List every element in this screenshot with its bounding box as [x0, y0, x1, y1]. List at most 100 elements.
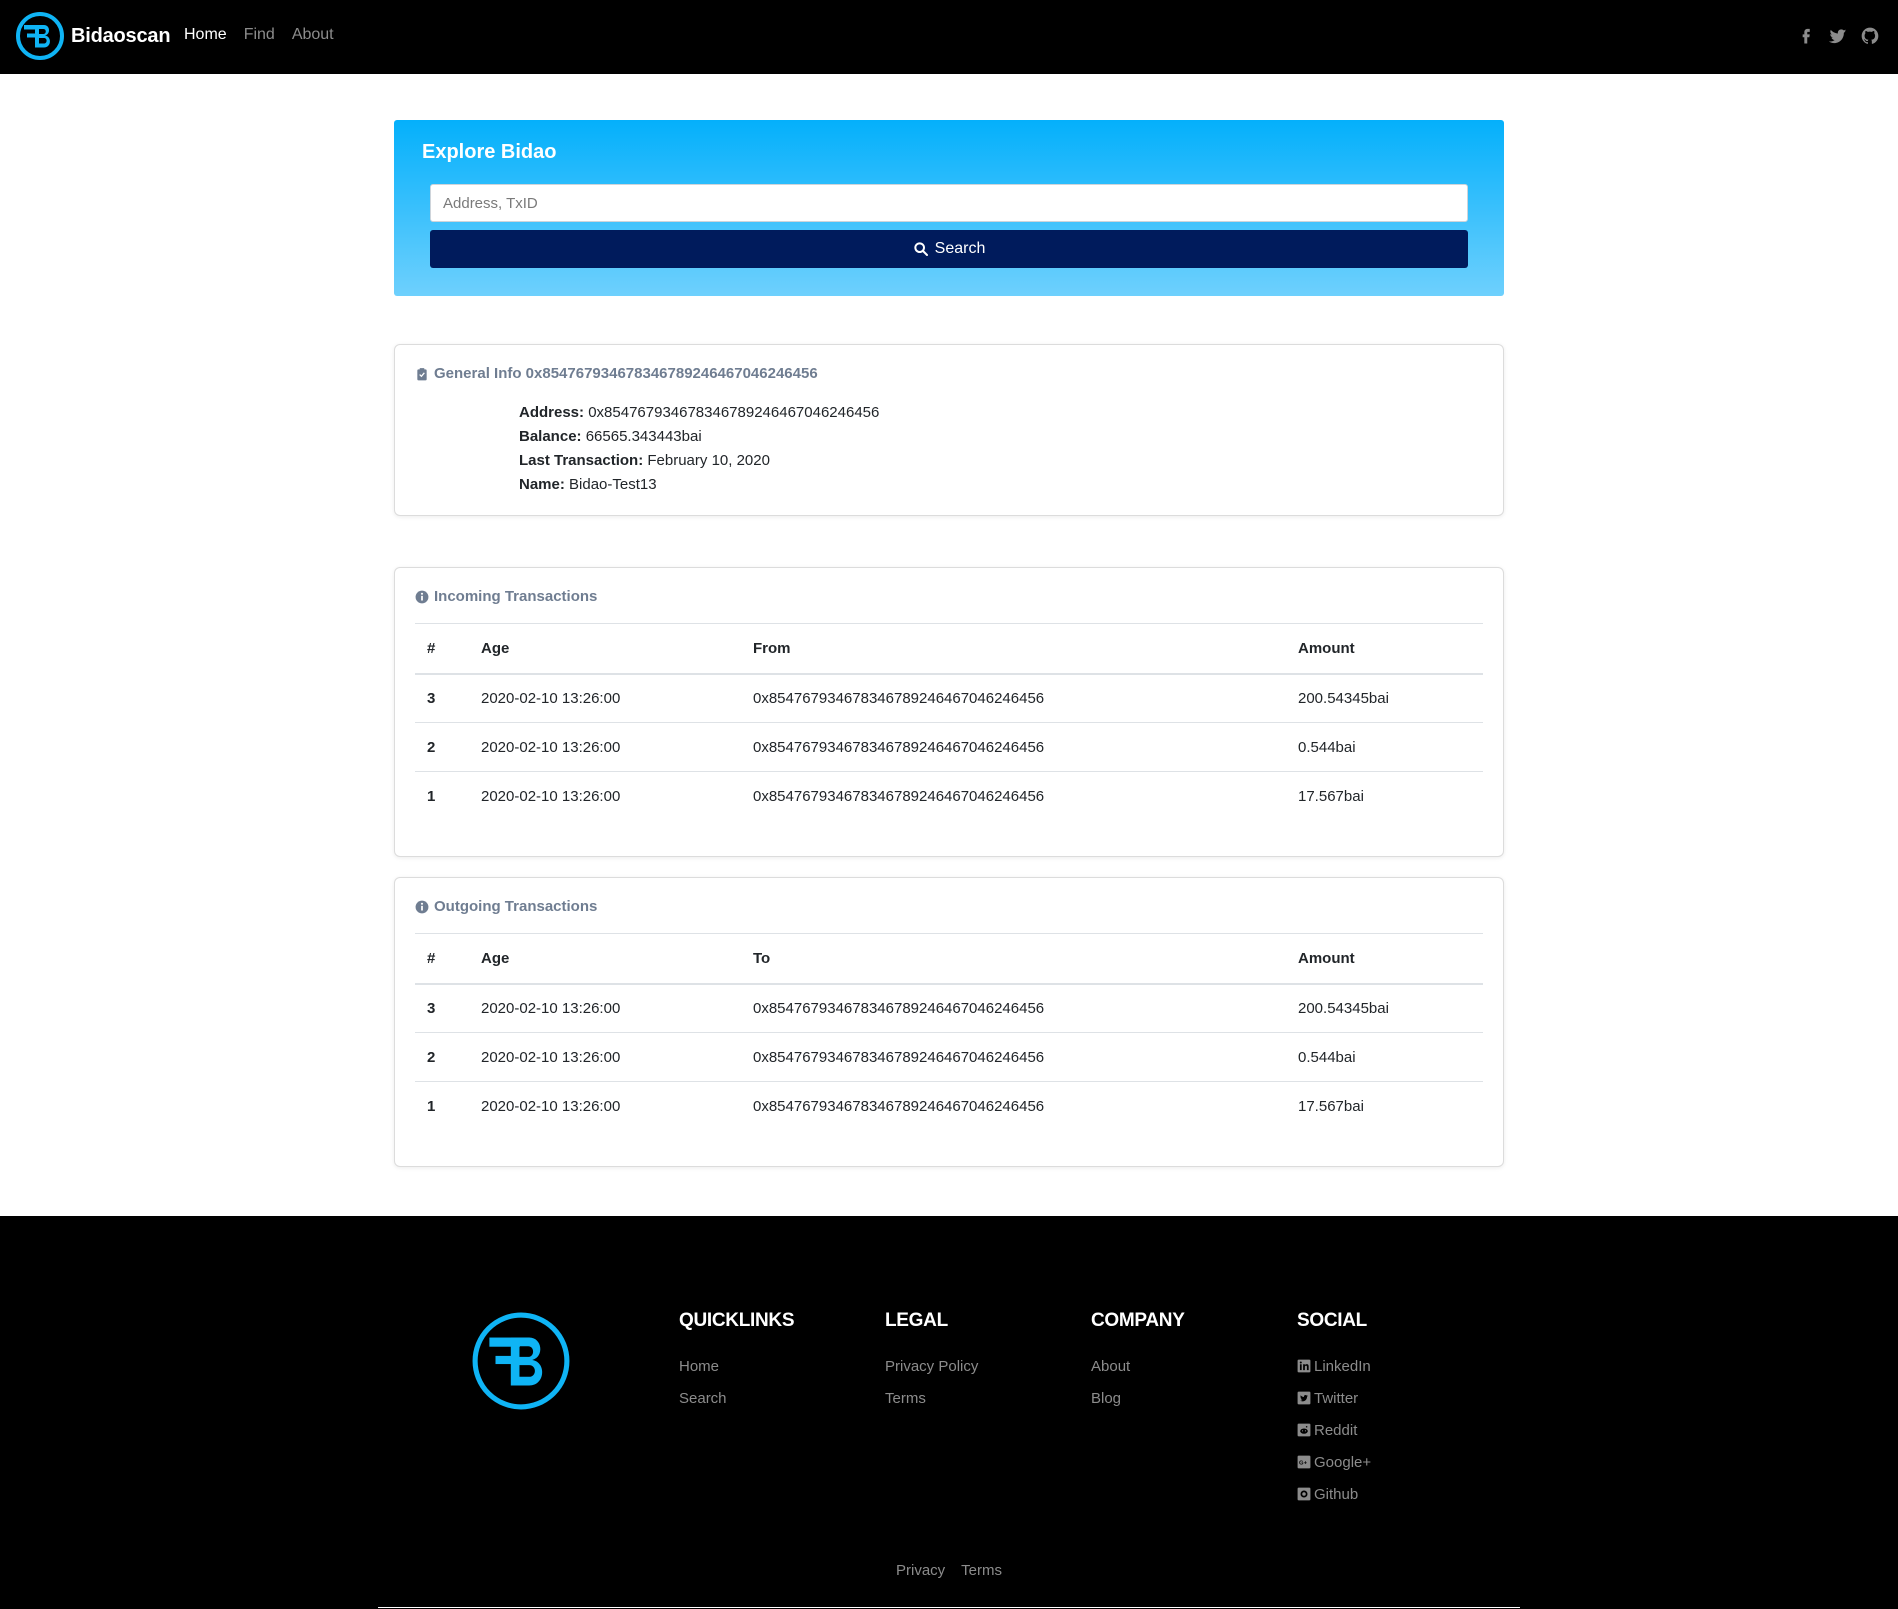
explore-panel: Explore Bidao Search [394, 120, 1504, 296]
cell-amount: 17.567bai [1298, 787, 1364, 805]
footer-legal: LEGAL Privacy Policy Terms [885, 1310, 978, 1414]
info-circle-icon [415, 590, 429, 603]
svg-text:G+: G+ [1299, 1461, 1308, 1467]
table-row: 1 2020-02-10 13:26:00 0x8547679346783467… [415, 772, 1483, 821]
footer-link-terms[interactable]: Terms [885, 1382, 978, 1414]
general-info-header: General Info 0x8547679346783467892464670… [415, 365, 818, 382]
footer-link-google-plus[interactable]: G+ Google+ [1297, 1446, 1371, 1478]
col-header-amount: Amount [1286, 623, 1483, 675]
footer-social: SOCIAL LinkedIn Twitter Reddit G+ Google… [1297, 1310, 1371, 1510]
cell-age: 2020-02-10 13:26:00 [469, 983, 741, 1033]
cell-index: 1 [427, 787, 436, 805]
footer-link-label: Reddit [1314, 1421, 1358, 1439]
cell-index: 3 [415, 673, 469, 723]
search-input[interactable] [430, 184, 1468, 222]
footer-bottom-privacy[interactable]: Privacy [896, 1562, 945, 1579]
nav-about[interactable]: About [292, 26, 334, 44]
footer-quicklinks: QUICKLINKS Home Search [679, 1310, 795, 1414]
cell-index: 1 [427, 1097, 436, 1115]
info-address: Address: 0x85476793467834678924646704624… [519, 401, 879, 425]
outgoing-transactions-card: Outgoing Transactions # Age To Amount 3 … [394, 877, 1504, 1167]
outgoing-header: Outgoing Transactions [415, 898, 597, 915]
footer-link-label: Twitter [1314, 1389, 1359, 1407]
general-info-title: General Info 0x8547679346783467892464670… [434, 365, 818, 382]
table-row: 1 2020-02-10 13:26:00 0x8547679346783467… [415, 1082, 1483, 1131]
incoming-header: Incoming Transactions [415, 588, 597, 605]
footer-bottom-links: Privacy Terms [0, 1562, 1898, 1579]
clipboard-check-icon [417, 367, 427, 380]
cell-index: 2 [415, 722, 469, 772]
outgoing-title: Outgoing Transactions [434, 898, 598, 915]
outgoing-table: # Age To Amount 3 2020-02-10 13:26:00 0x… [415, 933, 1483, 1131]
table-row: 2 2020-02-10 13:26:00 0x8547679346783467… [415, 1032, 1483, 1082]
bidao-logo-icon [16, 12, 64, 60]
info-balance: Balance: 66565.343443bai [519, 425, 879, 449]
footer-link-privacy-policy[interactable]: Privacy Policy [885, 1350, 978, 1382]
cell-from: 0x854767934678346789246467046246456 [753, 787, 1045, 805]
cell-from: 0x854767934678346789246467046246456 [741, 673, 1286, 723]
info-value: Bidao-Test13 [569, 476, 657, 493]
footer-link-reddit[interactable]: Reddit [1297, 1414, 1371, 1446]
footer-company: COMPANY About Blog [1091, 1310, 1185, 1414]
brand-name: Bidaoscan [71, 24, 171, 47]
nav-social [1796, 26, 1880, 46]
footer-link-twitter[interactable]: Twitter [1297, 1382, 1371, 1414]
footer-link-label: LinkedIn [1314, 1357, 1371, 1375]
col-header-age: Age [469, 933, 741, 985]
info-label: Balance: [519, 428, 582, 445]
col-header-index: # [415, 623, 469, 675]
twitter-icon[interactable] [1828, 26, 1848, 46]
hero-title: Explore Bidao [422, 141, 557, 163]
footer-company-title: COMPANY [1091, 1310, 1185, 1331]
nav-home[interactable]: Home [184, 26, 227, 44]
footer-link-blog[interactable]: Blog [1091, 1382, 1185, 1414]
cell-age: 2020-02-10 13:26:00 [469, 1032, 741, 1082]
col-header-age: Age [469, 623, 741, 675]
footer-link-linkedin[interactable]: LinkedIn [1297, 1350, 1371, 1382]
facebook-icon[interactable] [1796, 26, 1816, 46]
incoming-transactions-card: Incoming Transactions # Age From Amount … [394, 567, 1504, 857]
col-header-index: # [415, 933, 469, 985]
footer-link-home[interactable]: Home [679, 1350, 794, 1382]
footer-link-search[interactable]: Search [679, 1382, 794, 1414]
footer-link-label: Github [1314, 1485, 1359, 1503]
footer-quicklinks-title: QUICKLINKS [679, 1310, 795, 1331]
footer-link-github[interactable]: Github [1297, 1478, 1371, 1510]
footer-link-label: Google+ [1314, 1453, 1372, 1471]
incoming-table: # Age From Amount 3 2020-02-10 13:26:00 … [415, 623, 1483, 821]
col-header-to: To [741, 933, 1286, 985]
reddit-icon [1297, 1423, 1311, 1437]
info-label: Last Transaction: [519, 452, 644, 469]
info-value: February 10, 2020 [647, 452, 770, 469]
incoming-title: Incoming Transactions [434, 588, 598, 605]
info-name: Name: Bidao-Test13 [519, 473, 879, 497]
cell-amount: 200.54345bai [1286, 983, 1483, 1033]
github-icon[interactable] [1860, 26, 1880, 46]
info-label: Address: [519, 404, 585, 421]
footer-legal-title: LEGAL [885, 1310, 948, 1331]
navbar: Bidaoscan Home Find About [0, 0, 1898, 74]
github-icon [1297, 1487, 1311, 1501]
footer-link-about[interactable]: About [1091, 1350, 1185, 1382]
general-info-list: Address: 0x85476793467834678924646704624… [519, 401, 879, 497]
info-label: Name: [519, 476, 565, 493]
cell-to: 0x854767934678346789246467046246456 [741, 1032, 1286, 1082]
cell-index: 3 [415, 983, 469, 1033]
search-button-label: Search [934, 240, 986, 257]
footer-bottom-terms[interactable]: Terms [961, 1562, 1002, 1579]
brand-link[interactable]: Bidaoscan [15, 11, 171, 61]
footer-social-title: SOCIAL [1297, 1310, 1367, 1331]
cell-age: 2020-02-10 13:26:00 [469, 673, 741, 723]
cell-age: 2020-02-10 13:26:00 [481, 1097, 621, 1115]
table-row: 3 2020-02-10 13:26:00 0x8547679346783467… [415, 983, 1483, 1033]
search-button[interactable]: Search [430, 230, 1468, 268]
col-header-amount: Amount [1286, 933, 1483, 985]
nav-find[interactable]: Find [244, 26, 275, 44]
footer-divider [378, 1607, 1520, 1608]
cell-from: 0x854767934678346789246467046246456 [741, 722, 1286, 772]
cell-amount: 17.567bai [1298, 1097, 1364, 1115]
google-plus-icon: G+ [1297, 1455, 1311, 1469]
info-value: 66565.343443bai [585, 428, 702, 445]
table-header-row: # Age To Amount [415, 933, 1483, 985]
footer-logo-icon [472, 1312, 570, 1410]
